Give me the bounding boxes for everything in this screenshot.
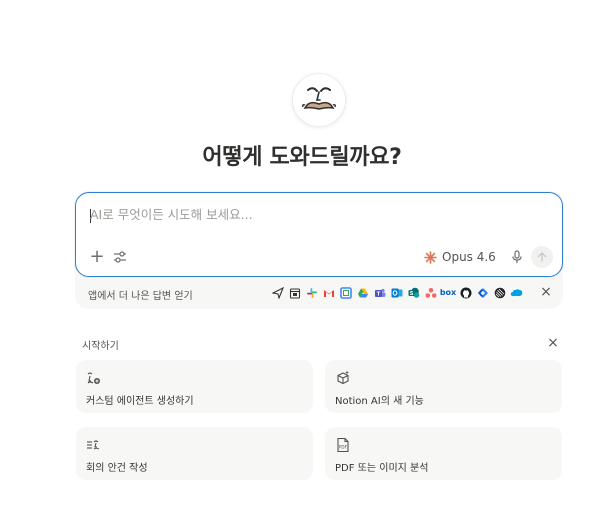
model-selector-button[interactable]: Opus 4.6 <box>424 247 496 267</box>
apps-connect-label: 앱에서 더 나은 답변 얻기 <box>88 291 193 302</box>
box-text: box <box>439 288 457 297</box>
add-attachment-button[interactable]: + <box>88 248 106 266</box>
card-label: 회의 안건 작성 <box>86 463 148 474</box>
pdf-file-icon: PDF <box>337 437 349 453</box>
svg-text:T: T <box>376 291 380 297</box>
close-icon: × <box>540 284 552 300</box>
app-icons-list: T S box <box>271 286 523 299</box>
microphone-icon <box>512 250 522 263</box>
card-write-meeting-agenda[interactable]: 회의 안건 작성 <box>76 427 313 480</box>
card-analyze-pdf-image[interactable]: PDF PDF 또는 이미지 분석 <box>325 427 562 480</box>
box-icon: box <box>439 286 457 299</box>
card-notion-ai-new-features[interactable]: Notion AI의 새 기능 <box>325 360 562 413</box>
card-label: PDF 또는 이미지 분석 <box>335 463 429 474</box>
page-title: 어떻게 도와드릴까요? <box>202 145 402 170</box>
card-label: 커스텀 에이전트 생성하기 <box>86 396 194 407</box>
teams-icon: T <box>373 286 386 299</box>
pdf-badge-text: PDF <box>339 445 348 450</box>
ai-prompt-input[interactable] <box>90 207 510 222</box>
apps-connect-bar[interactable]: 앱에서 더 나은 답변 얻기 T S box × <box>75 277 563 309</box>
model-label: Opus 4.6 <box>442 250 496 264</box>
notion-ai-avatar <box>292 73 346 127</box>
github-icon <box>459 286 472 299</box>
paper-plane-icon <box>271 286 284 299</box>
card-label: Notion AI의 새 기능 <box>335 396 424 407</box>
asana-icon <box>424 286 437 299</box>
sharepoint-icon: S <box>407 286 420 299</box>
linear-icon <box>493 286 506 299</box>
google-drive-icon <box>356 286 369 299</box>
outlook-icon <box>390 286 403 299</box>
custom-agent-icon <box>87 372 100 384</box>
slack-icon <box>305 286 318 299</box>
sliders-icon <box>114 251 126 263</box>
arrow-up-icon <box>537 252 547 262</box>
composer-box: + Opus 4.6 <box>75 192 563 277</box>
plus-icon: + <box>89 246 105 267</box>
svg-text:S: S <box>409 290 413 296</box>
gmail-icon <box>322 286 335 299</box>
mustache-face-icon <box>302 87 336 110</box>
claude-sparkle-icon <box>424 250 437 264</box>
calendar-icon <box>288 286 301 299</box>
microphone-button[interactable] <box>508 247 526 267</box>
getting-started-title: 시작하기 <box>82 341 119 352</box>
composer-container: + Opus 4.6 <box>75 192 563 309</box>
meeting-notes-icon <box>87 440 100 450</box>
jira-icon <box>476 286 489 299</box>
close-icon: × <box>547 335 559 351</box>
cube-sparkle-icon <box>337 370 349 385</box>
google-calendar-icon <box>339 286 352 299</box>
apps-bar-close-button[interactable]: × <box>539 285 553 299</box>
send-button[interactable] <box>531 246 553 268</box>
card-create-custom-agent[interactable]: 커스텀 에이전트 생성하기 <box>76 360 313 413</box>
getting-started-close-button[interactable]: × <box>546 336 560 350</box>
salesforce-icon <box>510 286 523 299</box>
settings-tune-button[interactable] <box>111 248 129 266</box>
